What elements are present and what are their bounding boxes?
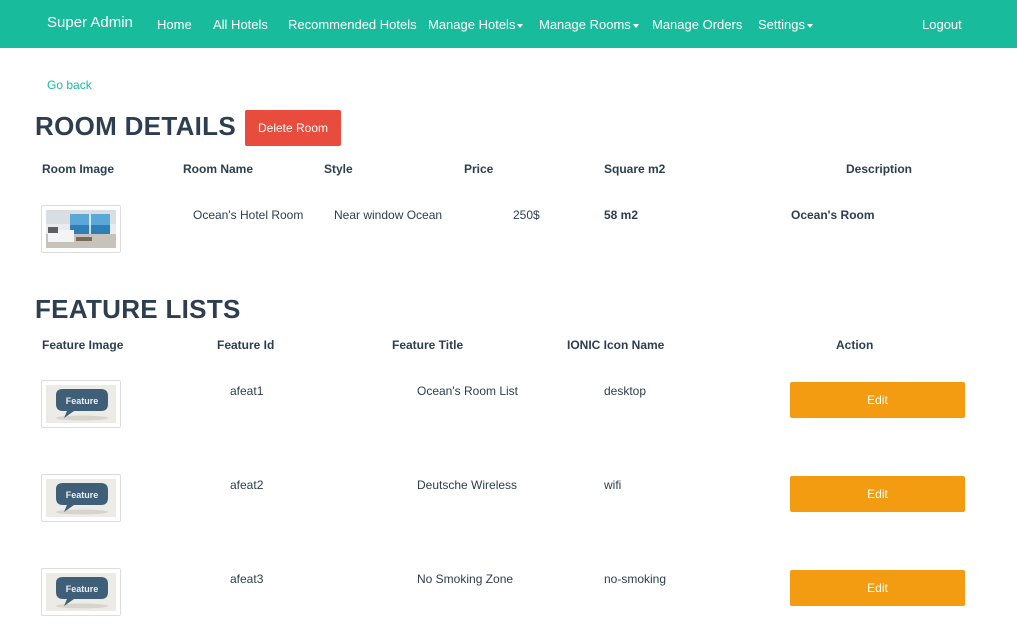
header-description: Description xyxy=(846,162,913,176)
nav-manage-hotels-label: Manage Hotels xyxy=(428,17,516,32)
header-feature-title: Feature Title xyxy=(392,338,464,352)
nav-settings-dropdown[interactable]: Settings xyxy=(758,17,813,32)
header-square-m2: Square m2 xyxy=(604,162,666,176)
room-square: 58 m2 xyxy=(604,208,639,222)
caret-down-icon xyxy=(517,23,524,28)
feature-image-text: Feature xyxy=(66,584,99,594)
header-feature-id: Feature Id xyxy=(217,338,275,352)
header-room-name: Room Name xyxy=(183,162,254,176)
feature-title: No Smoking Zone xyxy=(417,572,514,586)
feature-id: afeat3 xyxy=(230,572,264,586)
header-ionic-icon-name: IONIC Icon Name xyxy=(567,338,665,352)
feature-image-text: Feature xyxy=(66,490,99,500)
room-style: Near window Ocean xyxy=(334,208,443,222)
feature-image: Feature xyxy=(41,380,121,428)
nav-settings-label: Settings xyxy=(758,17,805,32)
feature-icon-name: no-smoking xyxy=(604,572,667,586)
nav-manage-rooms-label: Manage Rooms xyxy=(539,17,631,32)
caret-down-icon xyxy=(632,23,639,28)
caret-down-icon xyxy=(806,23,813,28)
feature-image-text: Feature xyxy=(66,396,99,406)
brand-link[interactable]: Super Admin xyxy=(47,14,133,31)
feature-id: afeat1 xyxy=(230,384,264,398)
room-price: 250$ xyxy=(513,208,540,222)
feature-speech-bubble-image: Feature xyxy=(46,385,116,423)
nav-home[interactable]: Home xyxy=(157,17,192,32)
header-room-image: Room Image xyxy=(42,162,115,176)
feature-lists-title: FEATURE LISTS xyxy=(35,294,241,324)
edit-button[interactable]: Edit xyxy=(790,570,965,606)
nav-manage-orders[interactable]: Manage Orders xyxy=(652,17,742,32)
nav-manage-hotels-dropdown[interactable]: Manage Hotels xyxy=(428,17,524,32)
feature-image: Feature xyxy=(41,474,121,522)
feature-speech-bubble-image: Feature xyxy=(46,573,116,611)
feature-icon-name: desktop xyxy=(604,384,647,398)
room-image xyxy=(41,205,121,253)
room-description: Ocean's Room xyxy=(791,208,875,222)
header-style: Style xyxy=(324,162,353,176)
feature-title: Ocean's Room List xyxy=(417,384,518,398)
edit-button[interactable]: Edit xyxy=(790,476,965,512)
feature-title: Deutsche Wireless xyxy=(417,478,518,492)
header-feature-image: Feature Image xyxy=(42,338,124,352)
room-name: Ocean's Hotel Room xyxy=(193,208,304,222)
edit-button[interactable]: Edit xyxy=(790,382,965,418)
go-back-link[interactable]: Go back xyxy=(47,78,92,92)
header-action: Action xyxy=(836,338,874,352)
nav-recommended-hotels[interactable]: Recommended Hotels xyxy=(288,17,417,32)
nav-manage-rooms-dropdown[interactable]: Manage Rooms xyxy=(539,17,639,32)
nav-all-hotels[interactable]: All Hotels xyxy=(213,17,268,32)
feature-speech-bubble-image: Feature xyxy=(46,479,116,517)
header-price: Price xyxy=(464,162,494,176)
navbar: Super Admin Home All Hotels Recommended … xyxy=(0,0,1017,48)
feature-id: afeat2 xyxy=(230,478,264,492)
feature-icon-name: wifi xyxy=(604,478,622,492)
delete-room-button[interactable]: Delete Room xyxy=(245,110,341,146)
room-details-title: ROOM DETAILS xyxy=(35,111,236,141)
feature-image: Feature xyxy=(41,568,121,616)
logout-link[interactable]: Logout xyxy=(922,17,962,32)
room-photo xyxy=(46,210,116,248)
